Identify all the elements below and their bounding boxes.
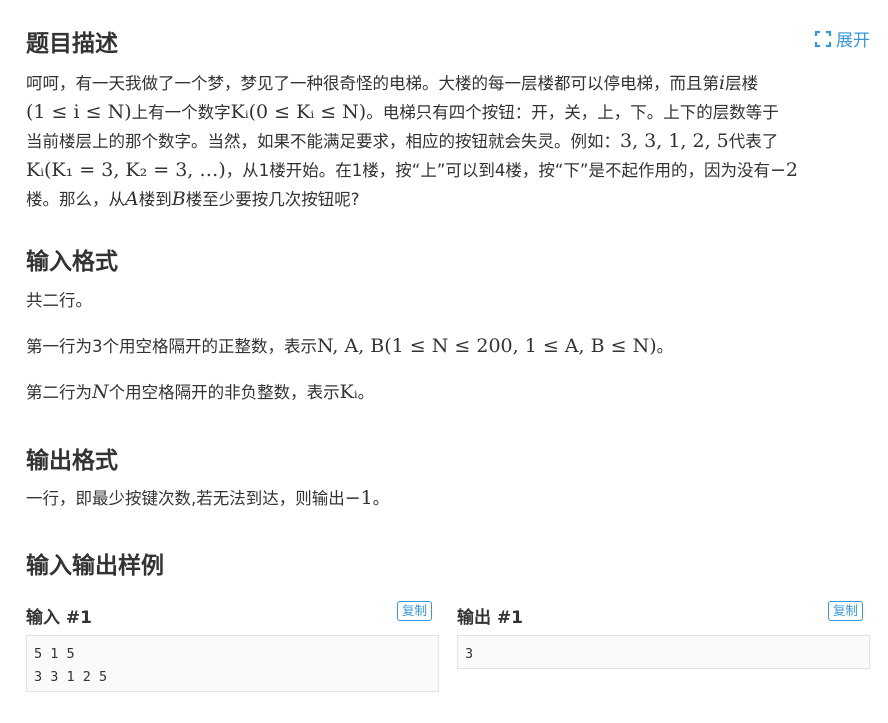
output-format-title: 输出格式 [26,448,118,474]
description-line-2: (1 ≤ i ≤ N)上有一个数字Kᵢ(0 ≤ Kᵢ ≤ N)。电梯只有四个按钮… [26,101,779,123]
expand-icon [814,30,832,48]
description-body: 呵呵，有一天我做了一个梦，梦见了一种很奇怪的电梯。大楼的每一层楼都可以停电梯，而… [26,69,866,214]
expand-button[interactable]: 展开 [814,26,870,51]
expand-label: 展开 [836,31,870,51]
description-line-3: 当前楼层上的那个数字。当然，如果不能满足要求，相应的按钮就会失灵。例如：3, 3… [26,130,779,152]
copy-output-button[interactable]: 复制 [828,601,864,621]
sample-output-box[interactable]: 3 [457,635,870,669]
sample-output-label: 输出 #1 [457,608,523,628]
description-line-4: Kᵢ(K₁ = 3, K₂ = 3, …)，从1楼开始。在1楼，按“上”可以到4… [26,159,798,181]
copy-input-button[interactable]: 复制 [397,601,433,621]
sample-input-box[interactable]: 5 1 5 3 3 1 2 5 [26,635,439,692]
input-format-p1: 共二行。 [26,291,92,310]
description-title: 题目描述 [26,31,118,57]
input-format-p3: 第二行为N个用空格隔开的非负整数，表示Kᵢ。 [26,381,375,403]
samples-title: 输入输出样例 [26,553,164,579]
sample-input-label: 输入 #1 [26,608,92,628]
problem-page: 题目描述 展开 呵呵，有一天我做了一个梦，梦见了一种很奇怪的电梯。大楼的每一层楼… [0,0,888,723]
input-format-p2: 第一行为3个用空格隔开的正整数，表示N, A, B(1 ≤ N ≤ 200, 1… [26,335,674,357]
description-line-1: 呵呵，有一天我做了一个梦，梦见了一种很奇怪的电梯。大楼的每一层楼都可以停电梯，而… [26,72,759,94]
description-line-5: 楼。那么，从A楼到B楼至少要按几次按钮呢? [26,188,360,210]
output-format-p1: 一行，即最少按键次数,若无法到达，则输出−1。 [26,487,390,509]
input-format-title: 输入格式 [26,249,118,275]
